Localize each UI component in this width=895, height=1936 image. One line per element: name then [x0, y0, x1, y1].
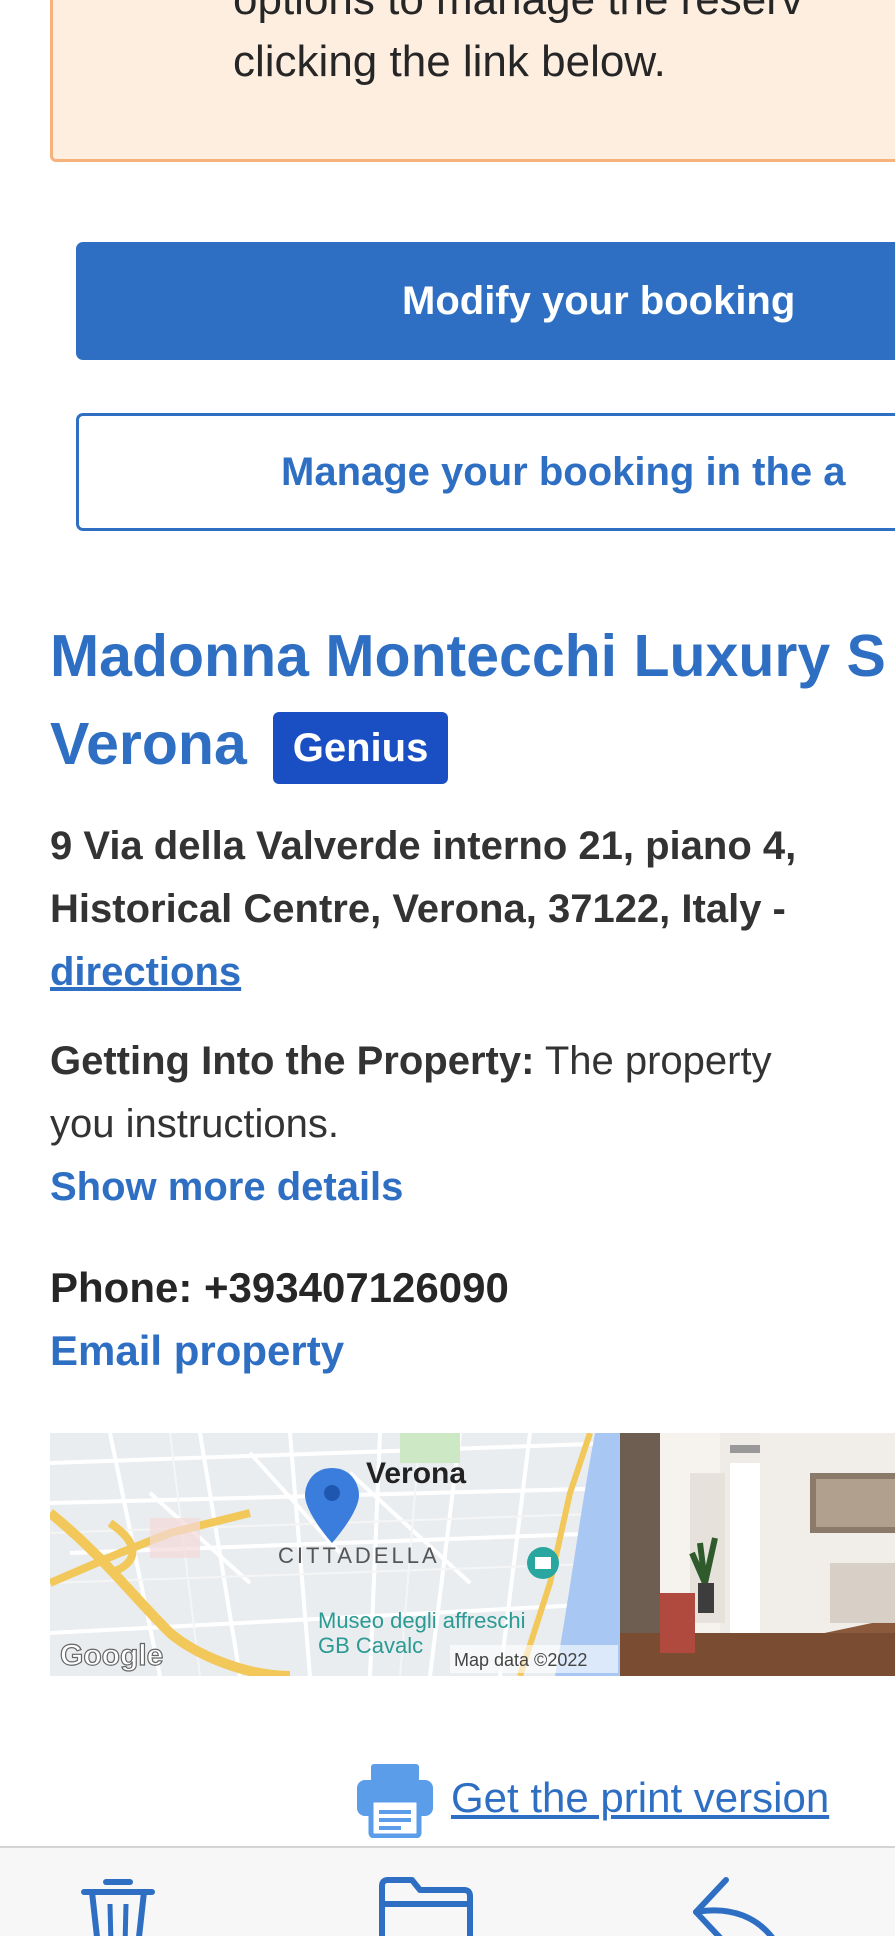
modify-booking-button[interactable]: Modify your booking [76, 242, 895, 360]
notice-box: options to manage the reserv clicking th… [50, 0, 895, 162]
map-district-label: CITTADELLA [278, 1543, 440, 1568]
property-photo[interactable] [620, 1433, 895, 1676]
property-name-line-1: Madonna Montecchi Luxury S [50, 623, 886, 689]
notice-line-2: clicking the link below. [233, 37, 666, 86]
genius-badge: Genius [272, 712, 449, 784]
phone-value[interactable]: +393407126090 [192, 1264, 509, 1311]
notice-line-1: options to manage the reserv [233, 0, 895, 31]
map-graphic: Verona CITTADELLA Museo degli affreschi … [50, 1433, 620, 1676]
printer-icon [357, 1764, 433, 1838]
modify-booking-label: Modify your booking [402, 278, 796, 323]
reply-button[interactable] [690, 1876, 786, 1936]
getting-into-property: Getting Into the Property: The property … [50, 1030, 895, 1219]
trash-button[interactable] [78, 1876, 158, 1936]
trash-icon [81, 1879, 155, 1936]
address-line-1: 9 Via della Valverde interno 21, piano 4… [50, 824, 797, 868]
map-poi-line-1: Museo degli affreschi [318, 1608, 526, 1633]
notice-text: options to manage the reserv clicking th… [233, 0, 895, 93]
getting-label: Getting Into the Property: [50, 1039, 535, 1083]
folder-icon [379, 1877, 473, 1936]
contact-block: Phone: +393407126090 Email property [50, 1256, 895, 1382]
getting-text: The property [534, 1039, 772, 1083]
manage-booking-label: Manage your booking in the a [281, 449, 846, 494]
address-line-2: Historical Centre, Verona, 37122, Italy … [50, 887, 786, 931]
map-city-label: Verona [366, 1457, 466, 1490]
room-photo-graphic [620, 1433, 895, 1676]
manage-booking-app-button[interactable]: Manage your booking in the a [76, 413, 895, 531]
reply-icon [693, 1877, 775, 1936]
email-property-link[interactable]: Email property [50, 1327, 344, 1374]
getting-text-cont: you instructions. [50, 1102, 340, 1146]
property-address: 9 Via della Valverde interno 21, piano 4… [50, 815, 895, 1004]
phone-label: Phone: [50, 1264, 193, 1311]
bottom-toolbar [0, 1846, 895, 1936]
google-logo: Google [60, 1639, 163, 1672]
map-attribution: Map data ©2022 [454, 1650, 587, 1670]
property-name-line-2: Verona [50, 711, 247, 777]
print-version-label: Get the print version [451, 1774, 830, 1821]
show-more-details-link[interactable]: Show more details [50, 1165, 403, 1209]
directions-link[interactable]: directions [50, 950, 241, 994]
map-poi-line-2: GB Cavalc [318, 1633, 423, 1658]
move-to-folder-button[interactable] [378, 1876, 474, 1936]
print-version-link[interactable]: Get the print version [355, 1758, 829, 1838]
property-map[interactable]: Verona CITTADELLA Museo degli affreschi … [50, 1433, 620, 1676]
booking-confirmation-page: options to manage the reserv clicking th… [0, 0, 895, 1936]
property-name[interactable]: Madonna Montecchi Luxury S Verona Genius [50, 612, 895, 788]
